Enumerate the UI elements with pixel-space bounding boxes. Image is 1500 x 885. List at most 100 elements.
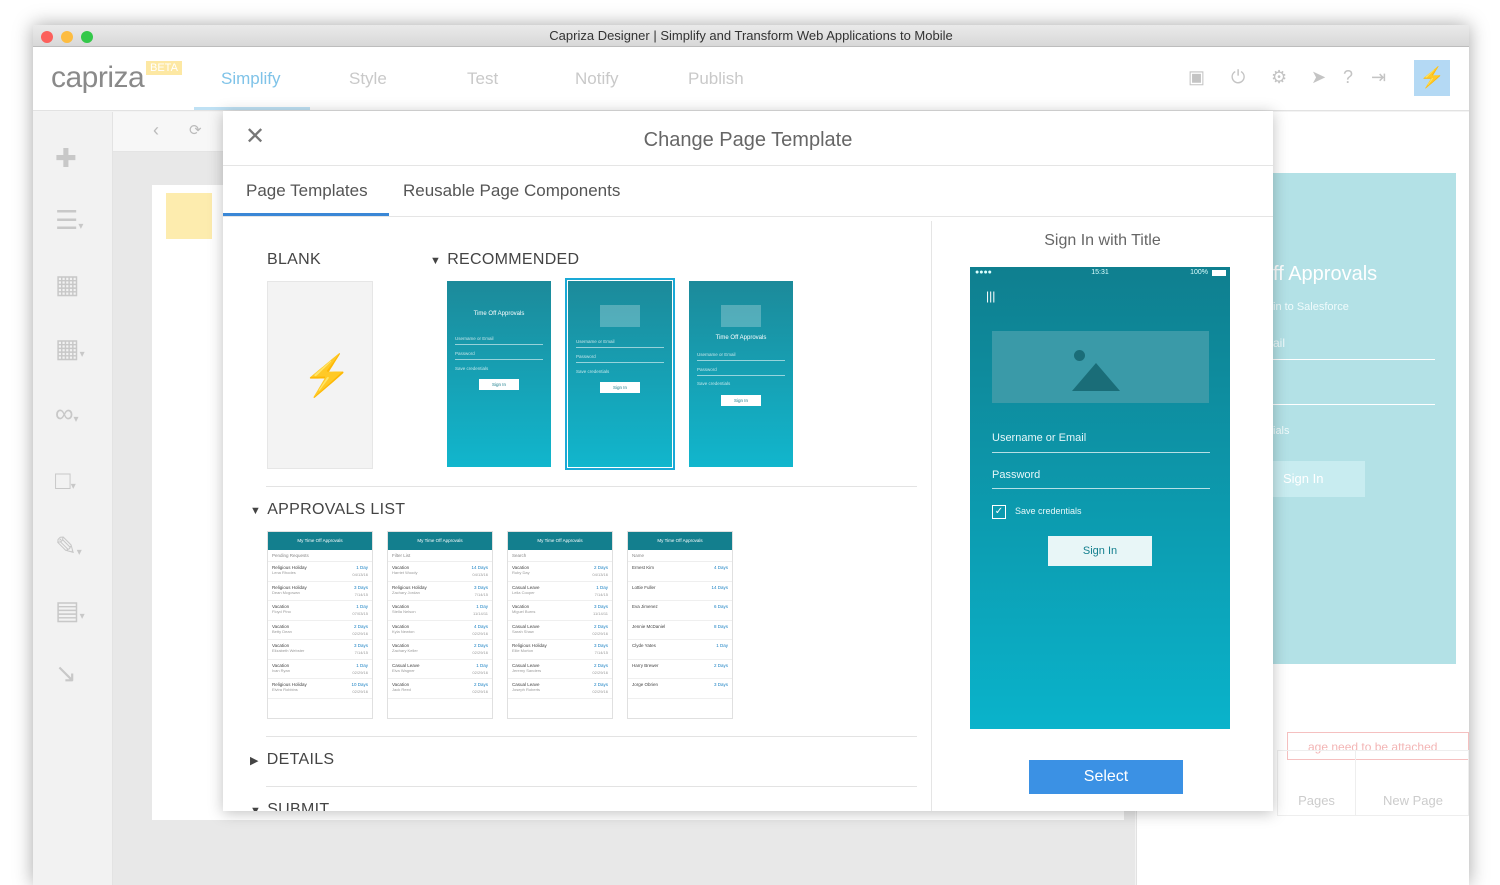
section-submit-toggle[interactable]: ▼ SUBMIT bbox=[250, 801, 329, 811]
list-item-date: 02/29/16 bbox=[352, 630, 368, 636]
mini-title: Time Off Approvals bbox=[473, 311, 525, 317]
list-item-date: 11/14/11 bbox=[473, 611, 488, 616]
grid-icon[interactable]: ▦▾ bbox=[55, 332, 87, 364]
list-item-text: 14 Days bbox=[711, 584, 728, 590]
preview-field-email: ail bbox=[1273, 336, 1286, 350]
link-icon[interactable]: ∞▾ bbox=[55, 397, 87, 429]
app-header: capriza BETA Simplify Style Test Notify … bbox=[33, 47, 1469, 111]
mini-save: Save credentials bbox=[576, 369, 610, 374]
template-approval-list-3[interactable]: My Time Off Approvals Search Vacation Ruby … bbox=[507, 531, 613, 719]
list-item-text: 1 Day bbox=[356, 662, 368, 668]
list-item: Vacation Elizabeth Webster 3 Days 7/14/15 bbox=[268, 640, 372, 660]
preview-divider bbox=[1273, 404, 1435, 405]
template-approval-list-1[interactable]: My Time Off Approvals Pending Requests Rel… bbox=[267, 531, 373, 719]
nav-tab-publish[interactable]: Publish bbox=[688, 69, 744, 89]
gear-icon[interactable]: ⚙ bbox=[1271, 67, 1287, 88]
section-blank: BLANK bbox=[267, 251, 321, 268]
list-item-text: 2 Days bbox=[713, 662, 728, 668]
refresh-icon[interactable]: ⟳ bbox=[189, 121, 202, 139]
list-item-text: 1 Day bbox=[596, 584, 608, 590]
template-sign-in[interactable]: Time Off Approvals Username or Email Pas… bbox=[447, 281, 551, 467]
preview-title: ff Approvals bbox=[1273, 263, 1378, 285]
list-item-text: 2 Days bbox=[473, 643, 488, 648]
new-page-label: New Page bbox=[1383, 793, 1443, 808]
section-submit: SUBMIT bbox=[267, 801, 330, 811]
templates-list: BLANK ▼ RECOMMENDED ⚡ Time Off Approvals … bbox=[223, 217, 931, 811]
list-item: Vacation Ivan Ryan 1 Day 02/29/16 bbox=[268, 660, 372, 679]
list-item-date: 7/14/15 bbox=[354, 650, 368, 655]
nav-tab-test[interactable]: Test bbox=[467, 69, 498, 89]
new-page-button[interactable]: New Page bbox=[1357, 751, 1469, 815]
document-icon[interactable]: ▤▾ bbox=[55, 594, 87, 626]
import-icon[interactable]: ↘ bbox=[55, 657, 87, 689]
chevron-down-icon: ▼ bbox=[430, 255, 442, 267]
section-approvals-toggle[interactable]: ▼ APPROVALS LIST bbox=[250, 501, 405, 519]
list-item-text: 3 Days bbox=[593, 643, 608, 648]
list-item: Casual Leave Jeremy Sanders 2 Days 02/29/16 bbox=[508, 660, 612, 679]
list-item-date: 7/14/15 bbox=[594, 650, 608, 655]
list-item: Vacation Betty Dean 2 Days 02/29/16 bbox=[268, 621, 372, 640]
tab-page-templates[interactable]: Page Templates bbox=[246, 181, 368, 201]
list-item: Vacation Stella Nelson 1 Day 11/14/11 bbox=[388, 601, 492, 621]
preview-signin-button: Sign In bbox=[1048, 536, 1152, 566]
help-icon[interactable]: ? bbox=[1343, 67, 1353, 88]
list-item-text: 3 Days bbox=[353, 643, 368, 648]
list-item-date: 7/14/15 bbox=[474, 591, 488, 597]
nav-tab-simplify[interactable]: Simplify bbox=[221, 69, 281, 89]
tab-reusable-components[interactable]: Reusable Page Components bbox=[403, 181, 620, 201]
list-item: Religious Holiday Elvira Robbins 10 Days 02… bbox=[268, 679, 372, 699]
template-approval-list-2[interactable]: My Time Off Approvals Filter List Vacation… bbox=[387, 531, 493, 719]
list-item: Vacation Harriet Woody 14 Days 04/13/16 bbox=[388, 562, 492, 582]
section-recommended-toggle[interactable]: ▼ RECOMMENDED bbox=[430, 251, 579, 269]
nav-tab-style[interactable]: Style bbox=[349, 69, 387, 89]
list-item: Lottie Fuller 14 Days bbox=[628, 582, 732, 601]
panel-icon[interactable]: □▾ bbox=[55, 464, 87, 496]
preview-divider bbox=[1273, 359, 1435, 360]
modal-title: Change Page Template bbox=[643, 129, 853, 151]
send-icon[interactable]: ➤ bbox=[1311, 67, 1326, 88]
close-icon[interactable]: ✕ bbox=[245, 125, 265, 149]
template-approval-list-4[interactable]: My Time Off Approvals Name Ernest Kim 4 Day… bbox=[627, 531, 733, 719]
back-icon[interactable]: ‹ bbox=[153, 120, 159, 141]
bolt-icon[interactable]: ⚡ bbox=[1414, 60, 1450, 96]
mountain-shape bbox=[1072, 363, 1120, 391]
save-icon[interactable]: ▣ bbox=[1188, 67, 1205, 88]
list-header: My Time Off Approvals bbox=[628, 532, 732, 550]
section-details: DETAILS bbox=[266, 751, 335, 768]
image-icon bbox=[1074, 350, 1085, 361]
list-subheader: Search bbox=[508, 550, 612, 562]
list-item-date: 02/29/16 bbox=[592, 630, 608, 636]
text-icon[interactable]: ☰▾ bbox=[55, 204, 87, 236]
list-item-text: 4 Days bbox=[713, 565, 728, 570]
list-item: Religious Holiday Ellie Morton 3 Days 7/14/… bbox=[508, 640, 612, 660]
bolt-icon: ⚡ bbox=[302, 354, 352, 398]
minimize-window-button[interactable] bbox=[61, 31, 73, 43]
add-icon[interactable]: ✚ bbox=[55, 142, 87, 174]
list-item-text: 10 Days bbox=[351, 682, 368, 687]
select-button[interactable]: Select bbox=[1029, 760, 1183, 794]
zoom-window-button[interactable] bbox=[81, 31, 93, 43]
template-sign-in-title[interactable]: Time Off Approvals Username or Email Pas… bbox=[689, 281, 793, 467]
close-window-button[interactable] bbox=[41, 31, 53, 43]
list-item-text: 14 Days bbox=[471, 565, 488, 570]
settings-edit-icon[interactable]: ✎▾ bbox=[55, 530, 87, 562]
power-icon[interactable]: ⏻ bbox=[1231, 67, 1245, 88]
image-icon[interactable]: ▦ bbox=[55, 268, 87, 300]
logout-icon[interactable]: ⇥ bbox=[1371, 67, 1386, 88]
list-item: Religious Holiday Lena Rhodes 1 Day 04/13/1… bbox=[268, 562, 372, 582]
mini-divider bbox=[576, 362, 664, 363]
mini-image bbox=[600, 305, 640, 327]
pages-button[interactable]: Pages bbox=[1278, 751, 1356, 815]
list-item: Eva Jimenez 6 Days bbox=[628, 601, 732, 621]
password-line bbox=[992, 488, 1210, 489]
list-subheader: Pending Requests bbox=[268, 550, 372, 562]
list-item-text: Ellie Morton bbox=[512, 648, 534, 653]
list-item-text: Dean Mcgowan bbox=[272, 589, 300, 595]
template-sign-in-image[interactable]: Username or Email Password Save credenti… bbox=[565, 278, 675, 470]
username-label: Username or Email bbox=[992, 432, 1087, 444]
section-details-toggle[interactable]: ▶ DETAILS bbox=[250, 751, 334, 769]
nav-tab-notify[interactable]: Notify bbox=[575, 69, 618, 89]
template-blank[interactable]: ⚡ bbox=[267, 281, 373, 469]
list-item-date: 02/29/16 bbox=[352, 669, 368, 675]
template-preview-panel: Sign In with Title ●●●● 15:31 100% ||| U… bbox=[932, 217, 1273, 811]
